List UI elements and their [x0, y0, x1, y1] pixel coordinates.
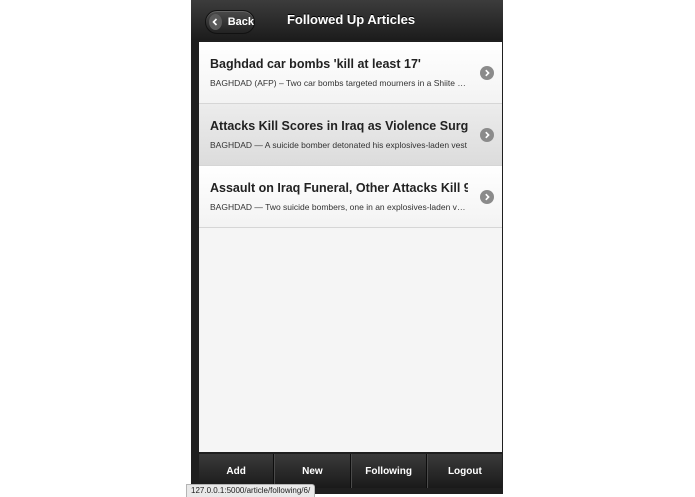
add-button[interactable]: Add	[199, 454, 275, 488]
chevron-right-icon	[480, 66, 494, 80]
list-item[interactable]: Attacks Kill Scores in Iraq as Violence …	[199, 104, 502, 166]
article-title: Attacks Kill Scores in Iraq as Violence …	[210, 119, 468, 133]
new-button[interactable]: New	[274, 454, 351, 488]
chevron-right-icon	[480, 190, 494, 204]
status-bar-url: 127.0.0.1:5000/article/following/6/	[186, 484, 316, 497]
article-list: Baghdad car bombs 'kill at least 17' BAG…	[199, 42, 502, 452]
article-title: Assault on Iraq Funeral, Other Attacks K…	[210, 181, 468, 195]
page-title: Followed Up Articles	[286, 12, 416, 27]
chevron-right-icon	[480, 128, 494, 142]
logout-button[interactable]: Logout	[426, 454, 502, 488]
bottom-navbar: Add New Following Logout	[199, 454, 502, 488]
article-summary: BAGHDAD — A suicide bomber detonated his…	[210, 140, 468, 150]
article-summary: BAGHDAD — Two suicide bombers, one in an…	[210, 202, 468, 212]
article-title: Baghdad car bombs 'kill at least 17'	[210, 57, 421, 71]
following-button[interactable]: Following	[350, 454, 427, 488]
article-summary: BAGHDAD (AFP) – Two car bombs targeted m…	[210, 78, 468, 88]
header-bar: Back Followed Up Articles	[191, 0, 503, 40]
list-item[interactable]: Baghdad car bombs 'kill at least 17' BAG…	[199, 42, 502, 104]
mobile-app-frame: Back Followed Up Articles Baghdad car bo…	[191, 0, 503, 494]
list-item[interactable]: Assault on Iraq Funeral, Other Attacks K…	[199, 166, 502, 228]
